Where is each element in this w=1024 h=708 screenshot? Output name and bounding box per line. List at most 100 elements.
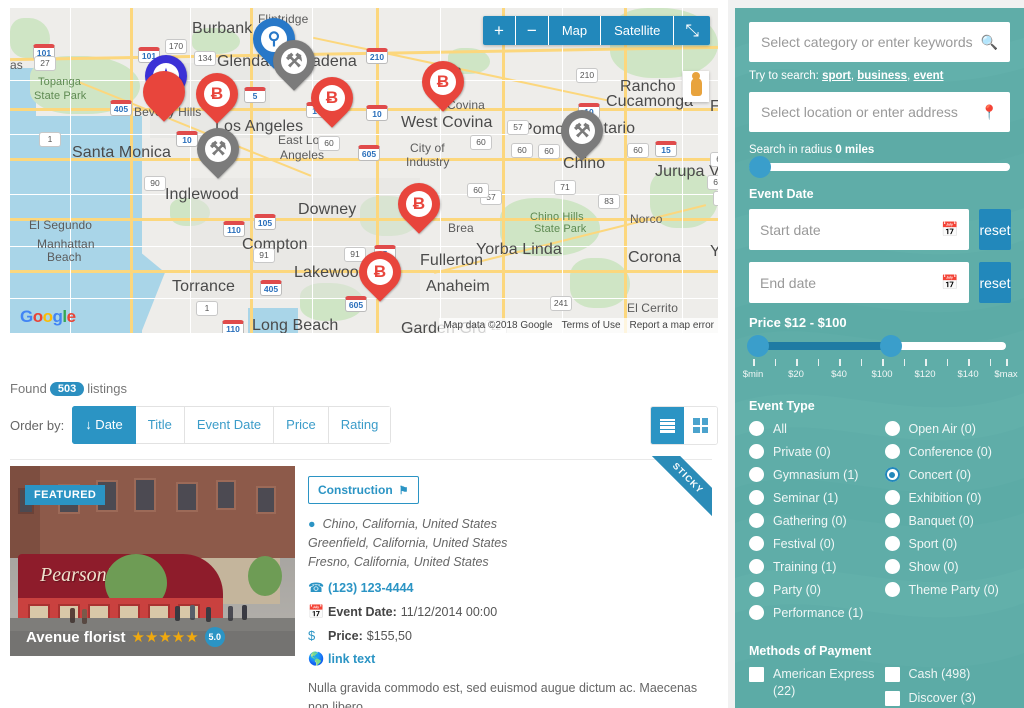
- end-date-field[interactable]: 📅: [749, 262, 970, 303]
- event-type-option-conference-0[interactable]: Conference (0): [884, 444, 1011, 459]
- try-link-business[interactable]: business: [857, 70, 907, 82]
- listing-card[interactable]: Pearson's FEATURED Avenue florist ★★★★★ …: [10, 456, 712, 708]
- payment-option-discover-3[interactable]: Discover (3): [884, 690, 1011, 707]
- listing-phone-row[interactable]: ☎ (123) 123-4444: [308, 580, 712, 596]
- event-type-option-gymnasium-1[interactable]: Gymnasium (1): [749, 467, 875, 482]
- radio-button[interactable]: [749, 513, 764, 528]
- event-type-option-sport-0[interactable]: Sport (0): [884, 536, 1011, 551]
- map-type-satellite-button[interactable]: Satellite: [601, 16, 674, 45]
- listing-website-row[interactable]: 🌎 link text: [308, 651, 712, 667]
- phone-link[interactable]: (123) 123-4444: [328, 581, 413, 595]
- radius-label: Search in radius 0 miles: [749, 144, 1010, 156]
- end-date-reset-button[interactable]: reset: [979, 262, 1011, 303]
- view-mode-toggle[interactable]: [650, 406, 718, 445]
- order-by-event-date-button[interactable]: Event Date: [184, 406, 275, 444]
- map-panel[interactable]: BurbankFlintridgeGlendalePasadenaTopanga…: [10, 8, 718, 333]
- wrench-icon: ⚒: [573, 120, 591, 142]
- price-slider-max-handle[interactable]: [879, 335, 902, 357]
- order-by-price-button[interactable]: Price: [274, 406, 329, 444]
- results-count: Found 503 listings: [10, 381, 127, 397]
- event-type-option-exhibition-0[interactable]: Exhibition (0): [884, 490, 1011, 505]
- map-zoom-out-button[interactable]: −: [515, 16, 548, 45]
- radio-button[interactable]: [884, 536, 900, 551]
- radio-button[interactable]: [749, 444, 764, 459]
- radio-button[interactable]: [749, 421, 764, 436]
- map-controls[interactable]: + − Map Satellite ⤡: [482, 16, 710, 45]
- report-map-error-link[interactable]: Report a map error: [630, 320, 714, 331]
- checkbox[interactable]: [749, 667, 764, 682]
- search-icon[interactable]: 🔍: [981, 34, 998, 51]
- start-date-field[interactable]: 📅: [749, 209, 970, 250]
- calendar-icon[interactable]: 📅: [941, 274, 958, 291]
- event-type-option-seminar-1[interactable]: Seminar (1): [749, 490, 875, 505]
- website-link[interactable]: link text: [328, 652, 375, 666]
- checkbox[interactable]: [884, 691, 900, 706]
- list-view-button[interactable]: [651, 407, 684, 444]
- price-tick-label: $max: [994, 369, 1018, 380]
- event-type-option-performance-1[interactable]: Performance (1): [749, 605, 875, 620]
- calendar-icon[interactable]: 📅: [941, 221, 958, 238]
- order-by-title-button[interactable]: Title: [135, 406, 185, 444]
- radio-button[interactable]: [749, 605, 764, 620]
- event-type-option-training-1[interactable]: Training (1): [749, 559, 875, 574]
- map-type-map-button[interactable]: Map: [548, 16, 601, 45]
- category-search-field[interactable]: 🔍: [749, 22, 1010, 62]
- radio-button[interactable]: [749, 467, 764, 482]
- location-search-input[interactable]: [761, 104, 981, 120]
- map-zoom-in-button[interactable]: +: [482, 16, 515, 45]
- event-type-option-show-0[interactable]: Show (0): [884, 559, 1011, 574]
- event-type-option-theme-party-0[interactable]: Theme Party (0): [884, 582, 1011, 597]
- radio-button[interactable]: [749, 582, 764, 597]
- start-date-input[interactable]: [760, 221, 941, 238]
- category-search-input[interactable]: [761, 34, 981, 50]
- event-type-label: Show (0): [908, 559, 959, 574]
- order-by-date-button[interactable]: ↓ Date: [72, 406, 136, 444]
- listing-thumbnail[interactable]: Pearson's FEATURED Avenue florist ★★★★★ …: [10, 466, 295, 656]
- event-type-option-gathering-0[interactable]: Gathering (0): [749, 513, 875, 528]
- event-type-option-open-air-0[interactable]: Open Air (0): [884, 421, 1011, 436]
- try-link-sport[interactable]: sport: [822, 70, 851, 82]
- radius-slider[interactable]: [749, 156, 1010, 178]
- radio-button[interactable]: [884, 582, 900, 597]
- radio-button[interactable]: [884, 490, 900, 505]
- event-type-option-party-0[interactable]: Party (0): [749, 582, 875, 597]
- map-route-shield: 405: [260, 280, 282, 296]
- event-type-option-festival-0[interactable]: Festival (0): [749, 536, 875, 551]
- end-date-input[interactable]: [760, 274, 941, 291]
- try-link-event[interactable]: event: [913, 70, 943, 82]
- listing-category-chip[interactable]: Construction ⚑: [308, 476, 419, 504]
- map-route-shield: 27: [34, 56, 56, 71]
- grid-view-button[interactable]: [684, 407, 717, 444]
- radio-button[interactable]: [884, 421, 900, 436]
- payment-section-title: Methods of Payment: [749, 644, 872, 658]
- map-fullscreen-button[interactable]: ⤡: [674, 16, 710, 45]
- location-pin-icon[interactable]: 📍: [981, 104, 998, 121]
- order-by-button-group[interactable]: ↓ Date Title Event Date Price Rating: [72, 406, 392, 444]
- listing-title[interactable]: Avenue florist: [26, 629, 125, 646]
- payment-option-american-express-22[interactable]: American Express (22): [749, 666, 875, 700]
- radio-button[interactable]: [884, 559, 900, 574]
- location-search-field[interactable]: 📍: [749, 92, 1010, 132]
- radio-button[interactable]: [884, 467, 900, 482]
- radius-value: 0 miles: [835, 144, 875, 156]
- payment-option-cash-498[interactable]: Cash (498): [884, 666, 1011, 683]
- event-type-option-private-0[interactable]: Private (0): [749, 444, 875, 459]
- radio-button[interactable]: [884, 513, 900, 528]
- radio-button[interactable]: [884, 444, 900, 459]
- price-slider[interactable]: [747, 335, 1006, 357]
- event-type-option-concert-0[interactable]: Concert (0): [884, 467, 1011, 482]
- event-type-option-banquet-0[interactable]: Banquet (0): [884, 513, 1011, 528]
- radio-button[interactable]: [749, 559, 764, 574]
- price-tick-label: $140: [957, 369, 979, 380]
- checkbox[interactable]: [884, 667, 900, 682]
- start-date-reset-button[interactable]: reset: [979, 209, 1011, 250]
- radio-button[interactable]: [749, 536, 764, 551]
- order-by-rating-button[interactable]: Rating: [328, 406, 392, 444]
- street-view-pegman-icon[interactable]: [683, 71, 709, 102]
- radio-button[interactable]: [749, 490, 764, 505]
- marker-inner-circle: Ƀ: [319, 85, 345, 111]
- event-type-option-all[interactable]: All: [749, 421, 875, 436]
- terms-of-use-link[interactable]: Terms of Use: [562, 320, 621, 331]
- radius-slider-handle[interactable]: [749, 156, 771, 178]
- price-slider-min-handle[interactable]: [747, 335, 769, 357]
